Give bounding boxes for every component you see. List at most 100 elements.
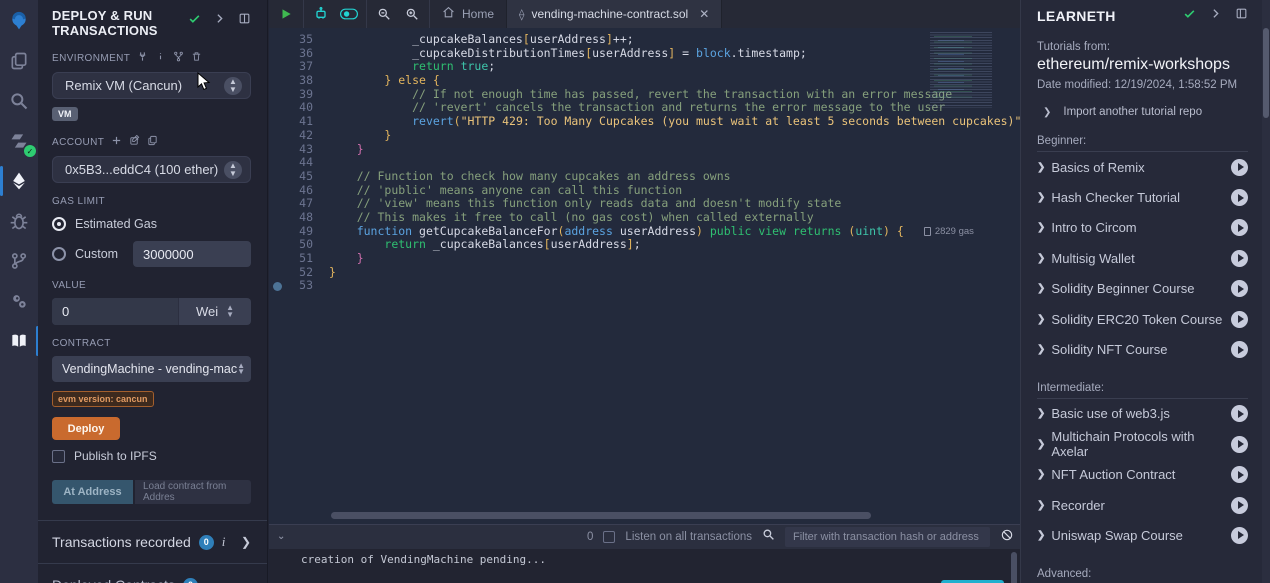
breakpoint-margin[interactable] (269, 279, 287, 293)
code-line[interactable]: 35 _cupcakeBalances[userAddress]++; (269, 33, 1020, 47)
value-unit-select[interactable]: Wei ▲▼ (179, 304, 251, 319)
remix-logo-icon[interactable] (6, 8, 32, 34)
breakpoint-margin[interactable] (269, 211, 287, 225)
search-icon[interactable] (6, 88, 32, 114)
play-tutorial-button[interactable] (1231, 436, 1248, 453)
collapse-panel-icon[interactable] (1209, 7, 1222, 25)
breakpoint-margin[interactable] (269, 101, 287, 115)
tutorial-item[interactable]: ❯Solidity NFT Course (1037, 334, 1248, 364)
code-line[interactable]: 49 function getCupcakeBalanceFor(address… (269, 225, 1020, 239)
deploy-run-icon[interactable] (6, 168, 32, 194)
collapse-terminal-icon[interactable]: ⌄⌄ (277, 534, 285, 540)
code-line[interactable]: 40 // 'revert' cancels the transaction a… (269, 101, 1020, 115)
panel-scrollbar[interactable] (1262, 0, 1270, 583)
breakpoint-margin[interactable] (269, 129, 287, 143)
publish-ipfs-row[interactable]: Publish to IPFS (52, 449, 251, 463)
breakpoint-margin[interactable] (269, 33, 287, 47)
code-line[interactable]: 42 } (269, 129, 1020, 143)
git-icon[interactable] (6, 248, 32, 274)
at-address-button[interactable]: At Address (52, 480, 133, 504)
play-tutorial-button[interactable] (1231, 159, 1248, 176)
settings-icon[interactable] (6, 288, 32, 314)
tutorial-item[interactable]: ❯Hash Checker Tutorial (1037, 182, 1248, 212)
code-line[interactable]: 43 } (269, 143, 1020, 157)
tutorial-item[interactable]: ❯Solidity ERC20 Token Course (1037, 304, 1248, 334)
close-tab-icon[interactable]: ✕ (699, 7, 709, 21)
code-line[interactable]: 48 // This makes it free to call (no gas… (269, 211, 1020, 225)
play-tutorial-button[interactable] (1231, 189, 1248, 206)
play-tutorial-button[interactable] (1231, 466, 1248, 483)
terminal-filter-input[interactable]: Filter with transaction hash or address (785, 527, 990, 547)
play-tutorial-button[interactable] (1231, 341, 1248, 358)
add-account-icon[interactable] (111, 135, 122, 149)
breakpoint-margin[interactable] (269, 156, 287, 170)
import-repo-row[interactable]: ❯ Import another tutorial repo (1037, 106, 1248, 118)
copy-account-icon[interactable] (147, 135, 158, 149)
learneth-icon[interactable] (6, 328, 32, 354)
edit-account-icon[interactable] (129, 135, 140, 149)
custom-gas-option[interactable]: Custom 3000000 (52, 241, 251, 267)
code-editor[interactable]: 35 _cupcakeBalances[userAddress]++;36 _c… (269, 28, 1020, 524)
chevron-right-icon[interactable]: ❯ (241, 535, 251, 549)
breakpoint-margin[interactable] (269, 197, 287, 211)
account-select[interactable]: 0x5B3...eddC4 (100 ether) ▲▼ (52, 156, 251, 183)
plug-icon[interactable] (137, 51, 148, 65)
at-address-input[interactable]: Load contract from Addres (135, 480, 251, 504)
play-tutorial-button[interactable] (1231, 497, 1248, 514)
zoom-out-icon[interactable] (375, 5, 393, 23)
environment-select[interactable]: Remix VM (Cancun) ▲▼ (52, 72, 251, 99)
clear-console-icon[interactable] (1000, 528, 1014, 547)
tutorial-item[interactable]: ❯Recorder (1037, 490, 1248, 520)
breakpoint-margin[interactable] (269, 238, 287, 252)
publish-ipfs-checkbox[interactable] (52, 450, 65, 463)
contract-select[interactable]: VendingMachine - vending-machin ▲▼ (52, 356, 251, 382)
terminal-output[interactable]: creation of VendingMachine pending... fr… (269, 549, 1020, 583)
code-line[interactable]: 51 } (269, 252, 1020, 266)
tutorial-item[interactable]: ❯Basic use of web3.js (1037, 399, 1248, 429)
run-script-icon[interactable] (277, 5, 295, 23)
transactions-recorded-row[interactable]: Transactions recorded 0 i ❯ (52, 521, 251, 563)
solidity-compiler-icon[interactable]: ✓ (6, 128, 32, 154)
tutorial-item[interactable]: ❯Multisig Wallet (1037, 243, 1248, 273)
breakpoint-margin[interactable] (269, 225, 287, 239)
tutorial-item[interactable]: ❯Intro to Circom (1037, 213, 1248, 243)
play-tutorial-button[interactable] (1231, 405, 1248, 422)
tutorial-item[interactable]: ❯NFT Auction Contract (1037, 460, 1248, 490)
code-line[interactable]: 50 return _cupcakeBalances[userAddress]; (269, 238, 1020, 252)
play-tutorial-button[interactable] (1231, 219, 1248, 236)
horizontal-scrollbar[interactable] (331, 512, 871, 519)
code-line[interactable]: 36 _cupcakeDistributionTimes[userAddress… (269, 47, 1020, 61)
play-tutorial-button[interactable] (1231, 280, 1248, 297)
listen-all-checkbox[interactable] (603, 531, 615, 543)
tutorial-item[interactable]: ❯Uniswap Swap Course (1037, 520, 1248, 550)
deploy-button[interactable]: Deploy (52, 417, 120, 440)
tutorial-item[interactable]: ❯Solidity Beginner Course (1037, 274, 1248, 304)
breakpoint-margin[interactable] (269, 115, 287, 129)
breakpoint-margin[interactable] (269, 184, 287, 198)
info-icon[interactable] (155, 51, 166, 65)
file-explorer-icon[interactable] (6, 48, 32, 74)
tutorial-item[interactable]: ❯Basics of Remix (1037, 152, 1248, 182)
breakpoint-margin[interactable] (269, 60, 287, 74)
breakpoint-margin[interactable] (269, 47, 287, 61)
custom-gas-radio[interactable] (52, 247, 66, 261)
code-line[interactable]: 47 // 'view' means this function only re… (269, 197, 1020, 211)
code-line[interactable]: 41 revert("HTTP 429: Too Many Cupcakes (… (269, 115, 1020, 129)
estimated-gas-radio[interactable] (52, 217, 66, 231)
info-icon[interactable]: i (222, 534, 226, 550)
code-line[interactable]: 37 return true; (269, 60, 1020, 74)
tutorial-item[interactable]: ❯Multichain Protocols with Axelar (1037, 429, 1248, 459)
minimap[interactable] (924, 28, 1008, 112)
breakpoint-dot[interactable] (273, 282, 282, 291)
breakpoint-margin[interactable] (269, 74, 287, 88)
code-line[interactable]: 52} (269, 266, 1020, 280)
value-input[interactable]: 0 (52, 298, 179, 325)
terminal-scrollbar[interactable] (1011, 552, 1017, 583)
zoom-in-icon[interactable] (403, 5, 421, 23)
code-line[interactable]: 44 (269, 156, 1020, 170)
breakpoint-margin[interactable] (269, 266, 287, 280)
custom-gas-input[interactable]: 3000000 (133, 241, 251, 267)
breakpoint-margin[interactable] (269, 170, 287, 184)
code-line[interactable]: 53 (269, 279, 1020, 293)
code-line[interactable]: 45 // Function to check how many cupcake… (269, 170, 1020, 184)
